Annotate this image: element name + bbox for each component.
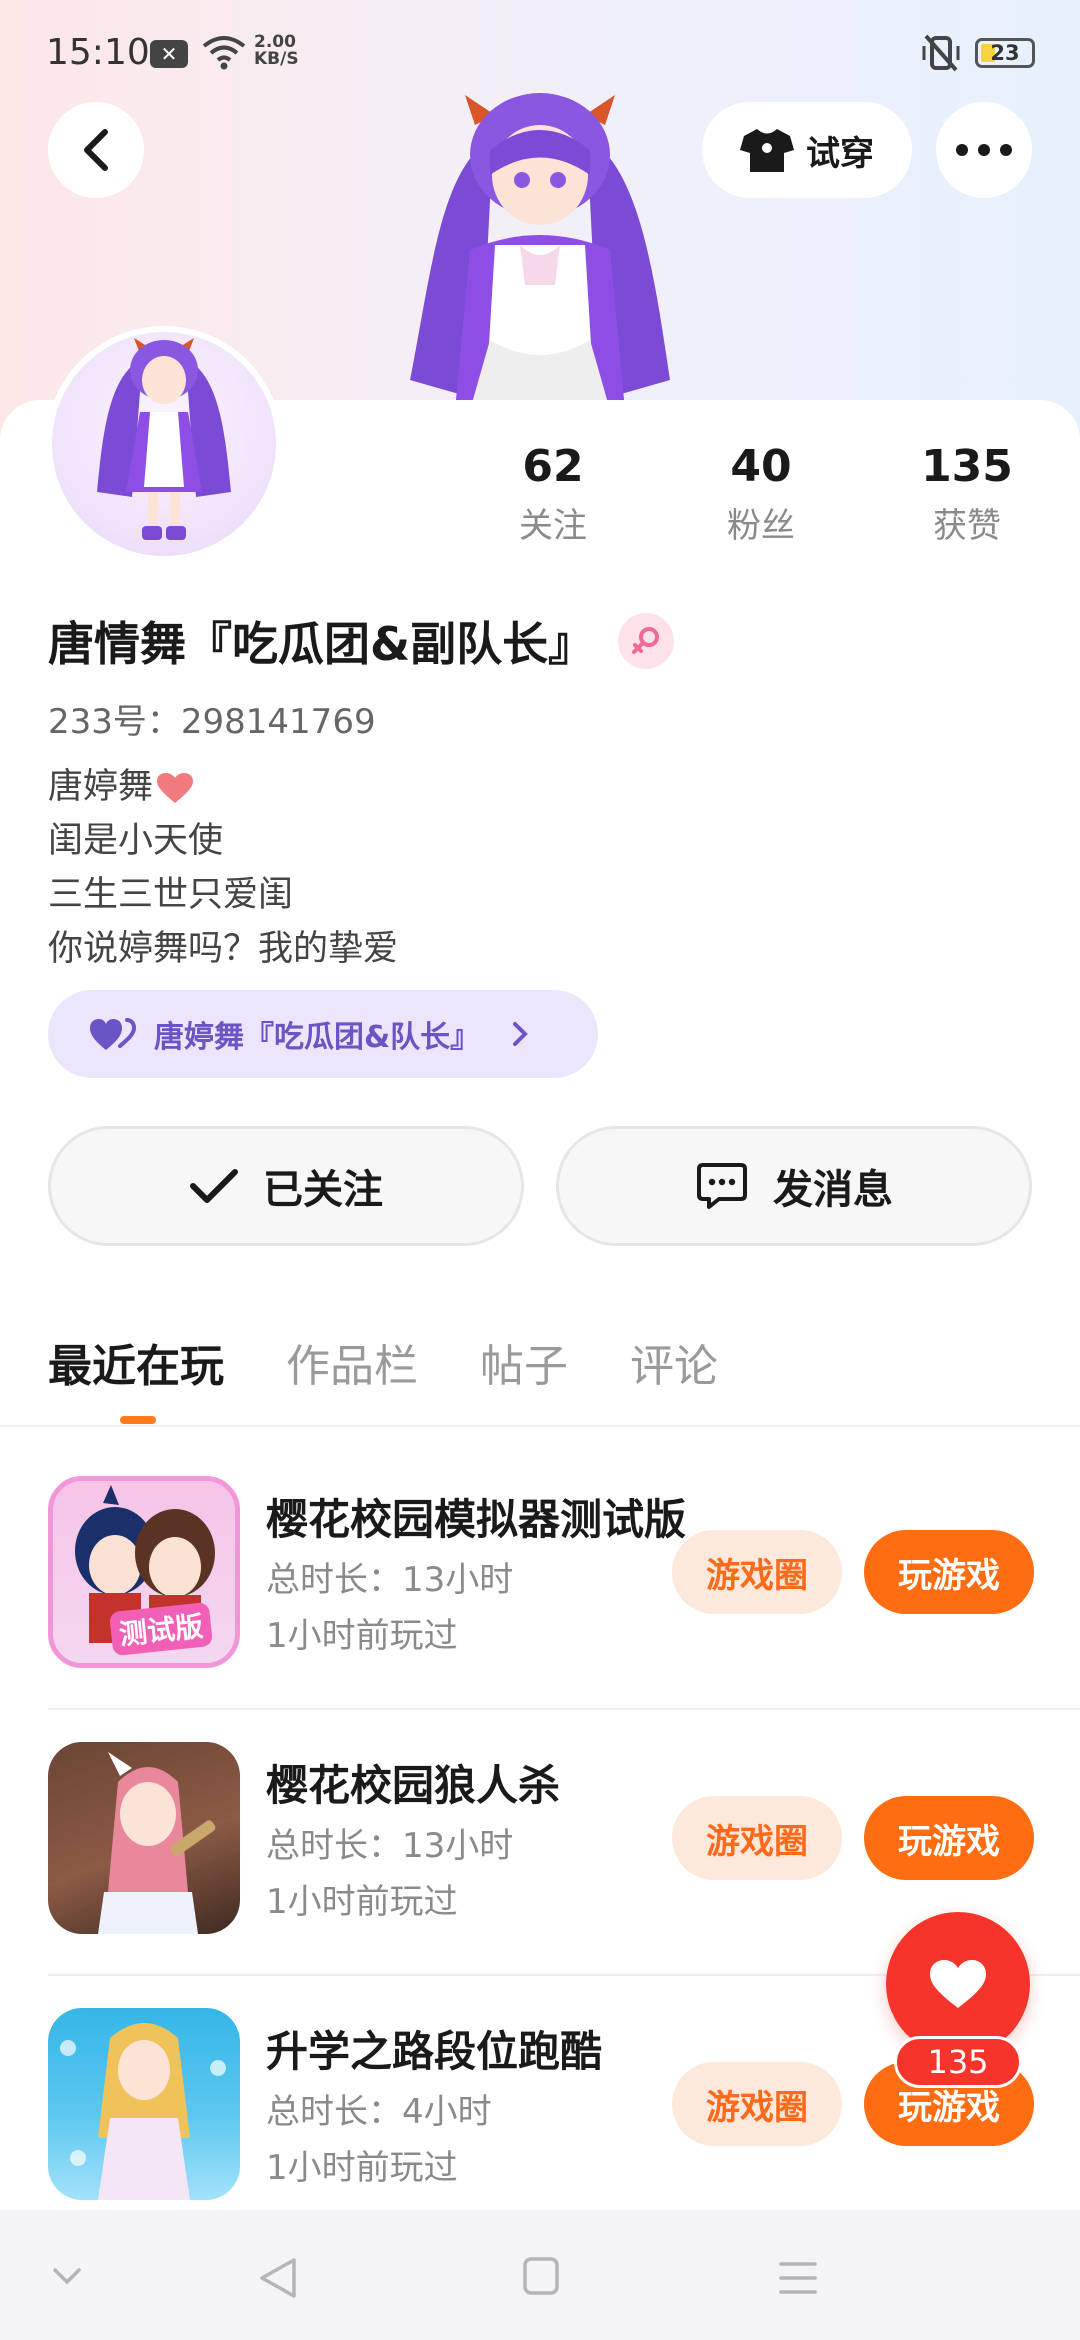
game-circle-button[interactable]: 游戏圈 [672, 1796, 842, 1880]
profile-tabs: 最近在玩 作品栏 帖子 评论 [48, 1330, 718, 1394]
tshirt-icon [740, 129, 794, 172]
tab-posts[interactable]: 帖子 [480, 1330, 568, 1394]
game-total-time: 总时长：13小时 [266, 1560, 514, 1600]
name-row: 唐情舞『吃瓜团&副队长』 [48, 608, 675, 674]
send-message-label: 发消息 [773, 1167, 893, 1213]
recent-apps-icon[interactable] [778, 2260, 818, 2296]
game-circle-button[interactable]: 游戏圈 [672, 1530, 842, 1614]
status-bar: 15:10 ✕ 2.00 KB/S 23 [0, 0, 1080, 110]
status-time: 15:10 [46, 32, 150, 73]
stat-followers-label: 粉丝 [727, 506, 795, 546]
bio-line: 三生三世只爱闺 [48, 875, 294, 915]
game-title: 升学之路段位跑酷 [266, 2027, 603, 2076]
chevron-down-icon[interactable] [52, 2266, 82, 2286]
game-icon-sakura-werewolf [48, 1742, 240, 1934]
stat-followers[interactable]: 40 粉丝 [686, 442, 836, 547]
chevron-right-icon [513, 1022, 529, 1046]
stat-following-count: 62 [522, 441, 584, 492]
user-id: 233号：298141769 [48, 702, 376, 742]
stat-likes-count: 135 [921, 441, 1013, 492]
tab-recently-played[interactable]: 最近在玩 [48, 1330, 224, 1394]
close-box-icon: ✕ [150, 40, 188, 68]
home-square-icon[interactable] [522, 2256, 560, 2296]
stat-following[interactable]: 62 关注 [478, 442, 628, 547]
game-total-time: 总时长：13小时 [266, 1826, 514, 1866]
stat-followers-count: 40 [730, 441, 792, 492]
game-title: 樱花校园狼人杀 [266, 1761, 561, 1810]
more-options-button[interactable] [936, 102, 1032, 198]
wifi-icon [202, 36, 246, 70]
game-icon-school-parkour [48, 2008, 240, 2200]
battery-indicator: 23 [975, 38, 1035, 68]
game-icon-sakura-school-test: 测试版 [48, 1476, 240, 1668]
heart-icon [157, 773, 194, 803]
bio-line: 你说婷舞吗？我的挚爱 [48, 929, 399, 969]
try-on-label: 试穿 [806, 133, 874, 174]
back-button[interactable] [48, 102, 144, 198]
game-total-time: 总时长：4小时 [266, 2092, 492, 2132]
game-last-played: 1小时前玩过 [266, 1616, 458, 1656]
more-dots-icon [956, 144, 1012, 156]
game-last-played: 1小时前玩过 [266, 2148, 458, 2188]
play-game-button[interactable]: 玩游戏 [864, 1530, 1034, 1614]
like-count-badge: 135 [894, 2036, 1022, 2088]
play-game-button[interactable]: 玩游戏 [864, 1796, 1034, 1880]
followed-button[interactable]: 已关注 [48, 1126, 524, 1246]
cp-relation-chip[interactable]: 唐婷舞『吃瓜团&队长』 [48, 990, 598, 1078]
tabs-divider [0, 1425, 1080, 1427]
profile-name: 唐情舞『吃瓜团&副队长』 [48, 617, 595, 671]
send-message-button[interactable]: 发消息 [556, 1126, 1032, 1246]
double-heart-icon [90, 1018, 136, 1050]
stat-likes-label: 获赞 [933, 506, 1001, 546]
tab-works[interactable]: 作品栏 [286, 1330, 418, 1394]
active-tab-indicator [120, 1416, 156, 1424]
stat-likes[interactable]: 135 获赞 [892, 442, 1042, 547]
cp-relation-label: 唐婷舞『吃瓜团&队长』 [154, 1020, 481, 1055]
like-button[interactable] [886, 1912, 1030, 2056]
chat-bubble-icon [697, 1163, 747, 1209]
row-divider [48, 1708, 1080, 1710]
game-title: 樱花校园模拟器测试版 [266, 1495, 686, 1544]
female-gender-icon [618, 613, 675, 669]
bio: 唐婷舞 闺是小天使 三生三世只爱闺 你说婷舞吗？我的挚爱 [48, 760, 398, 976]
followed-label: 已关注 [263, 1167, 383, 1213]
game-list-item[interactable]: 测试版 樱花校园模拟器测试版 总时长：13小时 1小时前玩过 游戏圈 玩游戏 [48, 1476, 1080, 1742]
game-last-played: 1小时前玩过 [266, 1882, 458, 1922]
game-circle-button[interactable]: 游戏圈 [672, 2062, 842, 2146]
bio-line: 唐婷舞 [48, 760, 398, 814]
vibrate-mute-icon [922, 34, 960, 72]
chevron-left-icon [84, 129, 108, 171]
bio-line: 闺是小天使 [48, 821, 224, 861]
checkmark-icon [190, 1169, 238, 1203]
heart-icon [930, 1960, 986, 2008]
avatar-image [52, 332, 276, 556]
avatar[interactable] [46, 326, 282, 562]
stat-following-label: 关注 [519, 506, 587, 546]
back-triangle-icon[interactable] [258, 2256, 298, 2300]
network-speed: 2.00 KB/S [254, 32, 299, 69]
avatar-character-image [97, 338, 231, 540]
tab-comments[interactable]: 评论 [630, 1330, 718, 1394]
avatar-character-image [410, 93, 670, 410]
system-nav-bar [0, 2210, 1080, 2340]
try-on-button[interactable]: 试穿 [702, 102, 912, 198]
